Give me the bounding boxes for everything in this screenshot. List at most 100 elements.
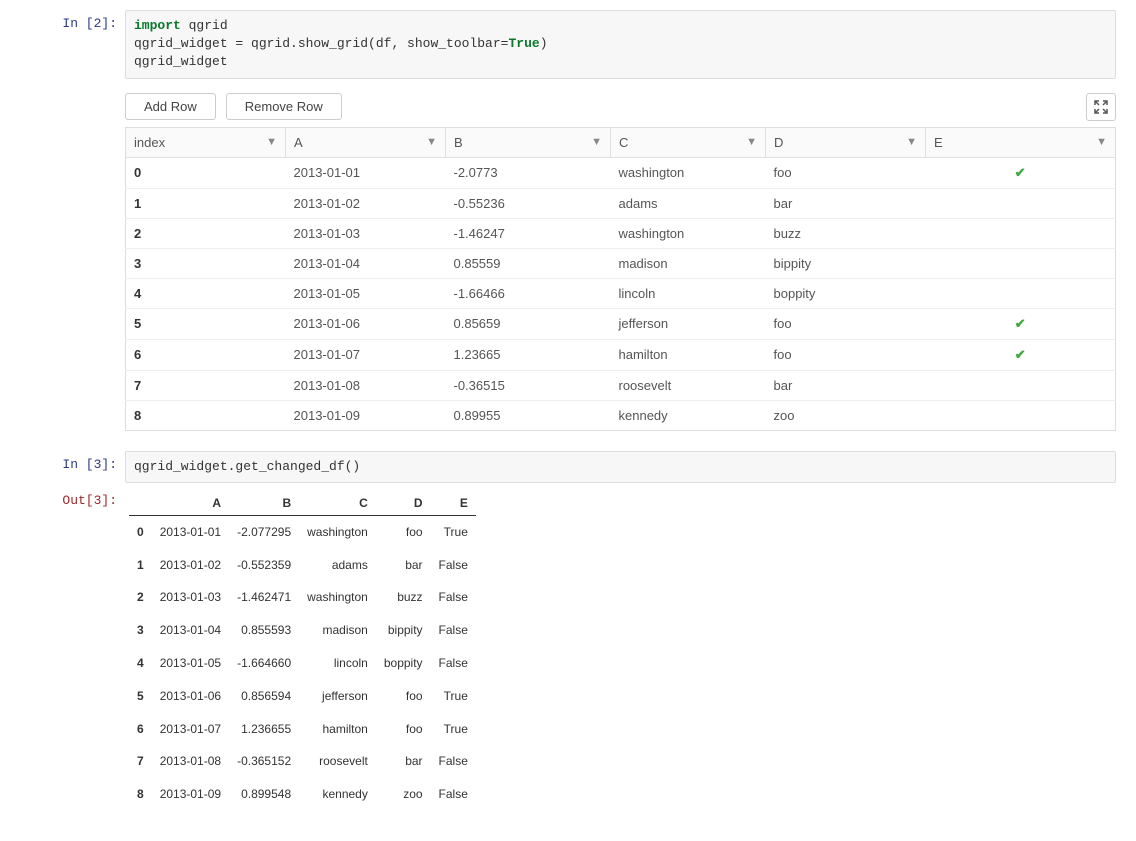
col-header-b[interactable]: B▼ — [446, 127, 611, 157]
table-cell[interactable]: 0.89955 — [446, 400, 611, 430]
table-cell[interactable]: 0.85659 — [446, 308, 611, 339]
col-header-c[interactable]: C▼ — [611, 127, 766, 157]
df-cell: 0.855593 — [229, 614, 299, 647]
filter-icon[interactable]: ▼ — [591, 136, 602, 148]
table-cell[interactable]: 5 — [126, 308, 286, 339]
table-cell[interactable]: 2013-01-07 — [286, 339, 446, 370]
code-input-2[interactable]: import qgrid qgrid_widget = qgrid.show_g… — [125, 10, 1116, 79]
table-cell[interactable]: 2013-01-03 — [286, 218, 446, 248]
table-cell[interactable]: 2013-01-01 — [286, 157, 446, 188]
cell-2-output: Add Row Remove Row index▼ A▼ B▼ C▼ D▼ E▼ — [20, 83, 1116, 447]
qgrid-table[interactable]: index▼ A▼ B▼ C▼ D▼ E▼ 02013-01-01-2.0773… — [125, 127, 1116, 431]
df-cell: True — [431, 515, 476, 548]
table-row[interactable]: 02013-01-01-2.0773washingtonfoo✔ — [126, 157, 1116, 188]
df-header-row: A B C D E — [129, 491, 476, 516]
cell-3-input: In [3]: qgrid_widget.get_changed_df() — [20, 451, 1116, 483]
qgrid-toolbar: Add Row Remove Row — [125, 93, 1116, 121]
table-row[interactable]: 42013-01-05-1.66466lincolnboppity — [126, 278, 1116, 308]
table-cell[interactable]: 2 — [126, 218, 286, 248]
table-cell[interactable]: 8 — [126, 400, 286, 430]
table-cell-e[interactable] — [926, 370, 1116, 400]
table-cell[interactable]: kennedy — [611, 400, 766, 430]
filter-icon[interactable]: ▼ — [906, 136, 917, 148]
table-cell[interactable]: 3 — [126, 248, 286, 278]
df-cell: False — [431, 614, 476, 647]
col-header-e[interactable]: E▼ — [926, 127, 1116, 157]
col-header-index[interactable]: index▼ — [126, 127, 286, 157]
df-row: 52013-01-060.856594jeffersonfooTrue — [129, 680, 476, 713]
table-cell[interactable]: 7 — [126, 370, 286, 400]
table-row[interactable]: 62013-01-071.23665hamiltonfoo✔ — [126, 339, 1116, 370]
filter-icon[interactable]: ▼ — [266, 136, 277, 148]
table-cell[interactable]: 4 — [126, 278, 286, 308]
table-row[interactable]: 12013-01-02-0.55236adamsbar — [126, 188, 1116, 218]
remove-row-button[interactable]: Remove Row — [226, 93, 342, 120]
table-cell[interactable]: -2.0773 — [446, 157, 611, 188]
filter-icon[interactable]: ▼ — [426, 136, 437, 148]
table-cell[interactable]: bar — [766, 370, 926, 400]
table-cell[interactable]: hamilton — [611, 339, 766, 370]
table-cell[interactable]: washington — [611, 218, 766, 248]
table-cell[interactable]: madison — [611, 248, 766, 278]
table-cell[interactable]: 2013-01-06 — [286, 308, 446, 339]
table-cell-e[interactable]: ✔ — [926, 339, 1116, 370]
table-cell[interactable]: 2013-01-05 — [286, 278, 446, 308]
filter-icon[interactable]: ▼ — [1096, 136, 1107, 148]
table-cell[interactable]: roosevelt — [611, 370, 766, 400]
filter-icon[interactable]: ▼ — [746, 136, 757, 148]
table-cell-e[interactable] — [926, 278, 1116, 308]
table-cell-e[interactable] — [926, 188, 1116, 218]
add-row-button[interactable]: Add Row — [125, 93, 216, 120]
df-cell: washington — [299, 515, 376, 548]
table-cell[interactable]: foo — [766, 157, 926, 188]
table-cell-e[interactable] — [926, 248, 1116, 278]
table-cell[interactable]: foo — [766, 308, 926, 339]
df-row: 42013-01-05-1.664660lincolnboppityFalse — [129, 647, 476, 680]
df-row-index: 3 — [129, 614, 152, 647]
table-cell[interactable]: boppity — [766, 278, 926, 308]
table-cell[interactable]: -0.36515 — [446, 370, 611, 400]
df-cell: foo — [376, 680, 431, 713]
df-cell: -1.462471 — [229, 581, 299, 614]
table-cell[interactable]: -1.46247 — [446, 218, 611, 248]
table-cell[interactable]: 2013-01-08 — [286, 370, 446, 400]
df-col-a: A — [152, 491, 229, 516]
df-row-index: 0 — [129, 515, 152, 548]
table-cell[interactable]: 0 — [126, 157, 286, 188]
table-cell[interactable]: foo — [766, 339, 926, 370]
table-cell[interactable]: adams — [611, 188, 766, 218]
table-cell[interactable]: 2013-01-02 — [286, 188, 446, 218]
table-row[interactable]: 32013-01-040.85559madisonbippity — [126, 248, 1116, 278]
table-cell[interactable]: -1.66466 — [446, 278, 611, 308]
table-cell[interactable]: zoo — [766, 400, 926, 430]
table-cell[interactable]: 6 — [126, 339, 286, 370]
table-cell-e[interactable] — [926, 400, 1116, 430]
table-cell[interactable]: 2013-01-09 — [286, 400, 446, 430]
table-cell[interactable]: 1.23665 — [446, 339, 611, 370]
code-input-3[interactable]: qgrid_widget.get_changed_df() — [125, 451, 1116, 483]
df-cell: -0.552359 — [229, 549, 299, 582]
table-row[interactable]: 72013-01-08-0.36515rooseveltbar — [126, 370, 1116, 400]
table-cell-e[interactable] — [926, 218, 1116, 248]
table-cell[interactable]: 2013-01-04 — [286, 248, 446, 278]
table-cell[interactable]: lincoln — [611, 278, 766, 308]
table-cell[interactable]: jefferson — [611, 308, 766, 339]
fullscreen-button[interactable] — [1086, 93, 1116, 121]
table-cell[interactable]: bar — [766, 188, 926, 218]
df-cell: 2013-01-07 — [152, 713, 229, 746]
table-cell[interactable]: -0.55236 — [446, 188, 611, 218]
table-cell[interactable]: bippity — [766, 248, 926, 278]
table-cell[interactable]: 0.85559 — [446, 248, 611, 278]
col-header-a[interactable]: A▼ — [286, 127, 446, 157]
table-cell[interactable]: washington — [611, 157, 766, 188]
table-cell[interactable]: buzz — [766, 218, 926, 248]
table-cell-e[interactable]: ✔ — [926, 308, 1116, 339]
table-cell[interactable]: 1 — [126, 188, 286, 218]
table-row[interactable]: 52013-01-060.85659jeffersonfoo✔ — [126, 308, 1116, 339]
col-header-d[interactable]: D▼ — [766, 127, 926, 157]
table-row[interactable]: 22013-01-03-1.46247washingtonbuzz — [126, 218, 1116, 248]
table-cell-e[interactable]: ✔ — [926, 157, 1116, 188]
df-row: 72013-01-08-0.365152rooseveltbarFalse — [129, 745, 476, 778]
df-cell: -1.664660 — [229, 647, 299, 680]
table-row[interactable]: 82013-01-090.89955kennedyzoo — [126, 400, 1116, 430]
